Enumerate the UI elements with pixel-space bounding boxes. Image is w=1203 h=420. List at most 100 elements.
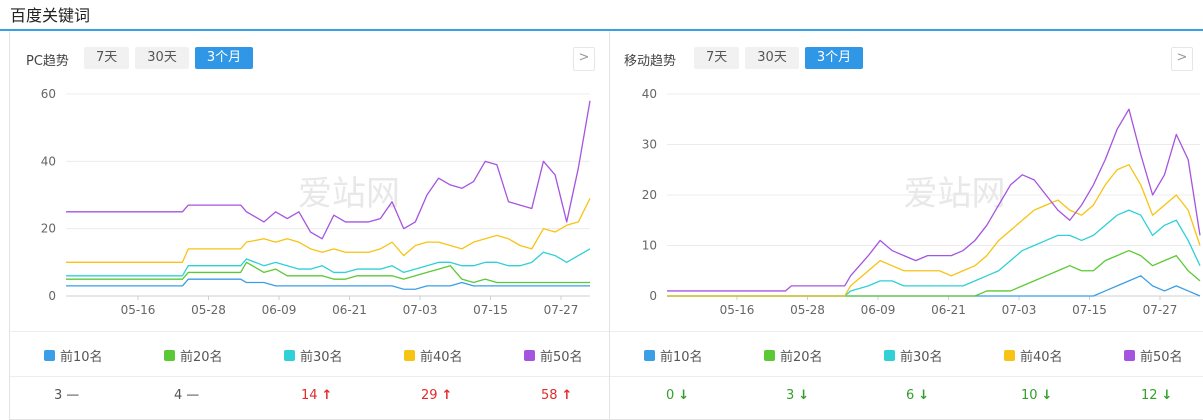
legend-swatch bbox=[1124, 350, 1135, 361]
x-tick-label: 07-27 bbox=[544, 303, 579, 317]
value-number: 3 bbox=[54, 388, 63, 403]
y-tick-label: 30 bbox=[642, 138, 657, 152]
trend-up-icon: ↑ bbox=[321, 388, 333, 403]
value-number: 0 bbox=[666, 388, 675, 403]
legend-item-top20[interactable]: 前20名 bbox=[764, 346, 823, 365]
value-number: 6 bbox=[906, 388, 915, 403]
trend-flat-icon: — bbox=[186, 388, 200, 403]
value-top50: 58 ↑ bbox=[541, 388, 572, 403]
value-top10: 3— bbox=[54, 388, 79, 403]
tab-3-months[interactable]: 3个月 bbox=[804, 47, 864, 69]
x-tick-label: 05-16 bbox=[121, 303, 156, 317]
legend-swatch bbox=[44, 350, 55, 361]
trend-flat-icon: — bbox=[66, 388, 80, 403]
legend-swatch bbox=[884, 350, 895, 361]
mobile-trend-chart: 爱站网 0 10 20 30 40 05-16 05-28 06-09 06-21 07-03 07-… bbox=[642, 87, 1201, 317]
value-number: 14 bbox=[301, 388, 318, 403]
y-tick-label: 0 bbox=[649, 289, 657, 303]
legend: 前10名 前20名 前30名 前40名 前50名 bbox=[10, 331, 610, 377]
series-line-5 bbox=[66, 100, 591, 240]
value-number: 3 bbox=[786, 388, 795, 403]
x-tick-label: 07-15 bbox=[1072, 303, 1107, 317]
tab-7-days[interactable]: 7天 bbox=[84, 47, 130, 69]
chevron-right-icon[interactable]: > bbox=[1171, 47, 1193, 71]
y-tick-label: 0 bbox=[48, 289, 56, 303]
legend-swatch bbox=[404, 350, 415, 361]
range-tabs: 7天 30天 3个月 bbox=[84, 47, 254, 69]
tab-3-months[interactable]: 3个月 bbox=[194, 47, 254, 69]
legend-item-top10[interactable]: 前10名 bbox=[644, 346, 703, 365]
trend-down-icon: ↓ bbox=[798, 388, 810, 403]
legend-item-top30[interactable]: 前30名 bbox=[284, 346, 343, 365]
value-top20: 4— bbox=[174, 388, 199, 403]
legend-item-top10[interactable]: 前10名 bbox=[44, 346, 103, 365]
x-tick-label: 06-21 bbox=[931, 303, 966, 317]
trend-down-icon: ↓ bbox=[678, 388, 690, 403]
legend-swatch bbox=[284, 350, 295, 361]
x-tick-label: 06-09 bbox=[262, 303, 297, 317]
x-tick-label: 06-09 bbox=[861, 303, 896, 317]
legend-item-top30[interactable]: 前30名 bbox=[884, 346, 943, 365]
y-tick-label: 10 bbox=[642, 239, 657, 253]
watermark: 爱站网 bbox=[298, 174, 400, 214]
y-tick-label: 20 bbox=[642, 188, 657, 202]
value-top40: 10 ↓ bbox=[1021, 388, 1052, 403]
trend-down-icon: ↓ bbox=[1041, 388, 1053, 403]
panel-title: 移动趋势 bbox=[624, 54, 677, 69]
x-tick-label: 06-21 bbox=[332, 303, 367, 317]
legend-swatch bbox=[524, 350, 535, 361]
value-top30: 6 ↓ bbox=[906, 388, 929, 403]
x-tick-label: 05-28 bbox=[191, 303, 226, 317]
x-tick-label: 07-03 bbox=[1002, 303, 1037, 317]
x-tick-label: 05-28 bbox=[790, 303, 825, 317]
value-top30: 14 ↑ bbox=[301, 388, 332, 403]
legend-swatch bbox=[164, 350, 175, 361]
y-tick-label: 20 bbox=[41, 222, 56, 236]
value-number: 58 bbox=[541, 388, 558, 403]
legend-swatch bbox=[644, 350, 655, 361]
pc-trend-panel: PC趋势 7天 30天 3个月 > 爱站网 0 20 40 60 05-16 05-28 06… bbox=[9, 31, 611, 420]
legend-item-top50[interactable]: 前50名 bbox=[524, 346, 583, 365]
value-number: 29 bbox=[421, 388, 438, 403]
legend-item-top40[interactable]: 前40名 bbox=[1004, 346, 1063, 365]
y-tick-label: 40 bbox=[41, 154, 56, 168]
tab-30-days[interactable]: 30天 bbox=[135, 47, 189, 69]
legend-swatch bbox=[1004, 350, 1015, 361]
y-tick-label: 40 bbox=[642, 87, 657, 101]
legend-swatch bbox=[764, 350, 775, 361]
tab-7-days[interactable]: 7天 bbox=[694, 47, 740, 69]
value-number: 4 bbox=[174, 388, 183, 403]
value-number: 10 bbox=[1021, 388, 1038, 403]
series-line-2 bbox=[667, 249, 1201, 297]
watermark: 爱站网 bbox=[904, 174, 1006, 214]
trend-up-icon: ↑ bbox=[561, 388, 573, 403]
series-line-1 bbox=[66, 278, 590, 290]
legend-item-top20[interactable]: 前20名 bbox=[164, 346, 223, 365]
panel-title: PC趋势 bbox=[26, 54, 69, 69]
value-number: 12 bbox=[1141, 388, 1158, 403]
range-tabs: 7天 30天 3个月 bbox=[694, 47, 864, 69]
trend-down-icon: ↓ bbox=[918, 388, 930, 403]
pc-trend-chart: 爱站网 0 20 40 60 05-16 05-28 06-09 06-21 07-03 07-15… bbox=[41, 87, 591, 317]
value-top50: 12 ↓ bbox=[1141, 388, 1172, 403]
legend-item-top40[interactable]: 前40名 bbox=[404, 346, 463, 365]
y-tick-label: 60 bbox=[41, 87, 56, 101]
legend-item-top50[interactable]: 前50名 bbox=[1124, 346, 1183, 365]
trend-down-icon: ↓ bbox=[1161, 388, 1173, 403]
series-line-3 bbox=[667, 209, 1201, 297]
x-tick-label: 07-03 bbox=[403, 303, 438, 317]
value-row: 0 ↓ 3 ↓ 6 ↓ 10 ↓ 12 ↓ bbox=[610, 377, 1203, 417]
page-title: 百度关键词 bbox=[10, 6, 91, 25]
trend-up-icon: ↑ bbox=[441, 388, 453, 403]
legend: 前10名 前20名 前30名 前40名 前50名 bbox=[610, 331, 1203, 377]
value-top20: 3 ↓ bbox=[786, 388, 809, 403]
x-tick-label: 07-15 bbox=[473, 303, 508, 317]
value-row: 3— 4— 14 ↑ 29 ↑ 58 ↑ bbox=[10, 377, 610, 417]
tab-30-days[interactable]: 30天 bbox=[745, 47, 799, 69]
chevron-right-icon[interactable]: > bbox=[573, 47, 595, 71]
value-top40: 29 ↑ bbox=[421, 388, 452, 403]
x-tick-label: 05-16 bbox=[720, 303, 755, 317]
value-top10: 0 ↓ bbox=[666, 388, 689, 403]
x-tick-label: 07-27 bbox=[1143, 303, 1178, 317]
mobile-trend-panel: 移动趋势 7天 30天 3个月 > 爱站网 0 10 20 30 40 05-16 05-28… bbox=[609, 31, 1203, 420]
